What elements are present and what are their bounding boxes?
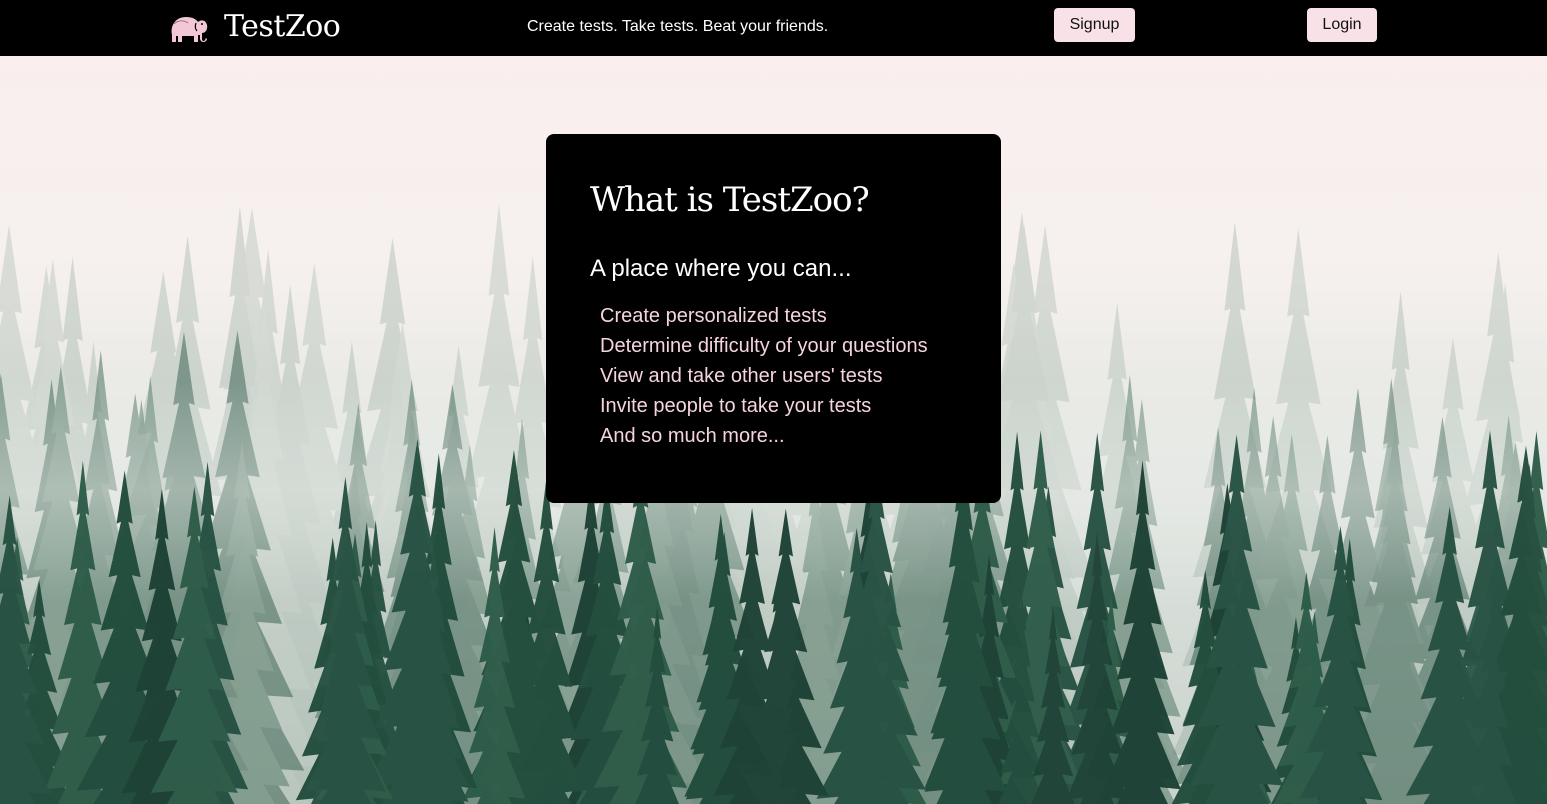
feature-list-item: Determine difficulty of your questions — [600, 335, 928, 357]
feature-list-item: Invite people to take your tests — [600, 395, 872, 417]
feature-list-item: And so much more... — [600, 425, 785, 447]
about-card: What is TestZoo? A place where you can..… — [546, 134, 1001, 503]
brand-name: TestZoo — [224, 9, 341, 44]
feature-list-item: View and take other users' tests — [600, 365, 883, 387]
feature-list-item: Create personalized tests — [600, 305, 827, 327]
elephant-icon — [168, 11, 208, 43]
about-card-subtitle: A place where you can... — [590, 255, 852, 282]
signup-button[interactable]: Signup — [1054, 8, 1135, 42]
feature-list: Create personalized tests Determine diff… — [600, 301, 928, 451]
login-button[interactable]: Login — [1307, 8, 1377, 42]
site-tagline: Create tests. Take tests. Beat your frie… — [527, 18, 829, 35]
top-navbar: TestZoo Create tests. Take tests. Beat y… — [0, 0, 1547, 56]
about-card-title: What is TestZoo? — [590, 180, 870, 220]
brand-home-link[interactable]: TestZoo — [168, 5, 341, 49]
